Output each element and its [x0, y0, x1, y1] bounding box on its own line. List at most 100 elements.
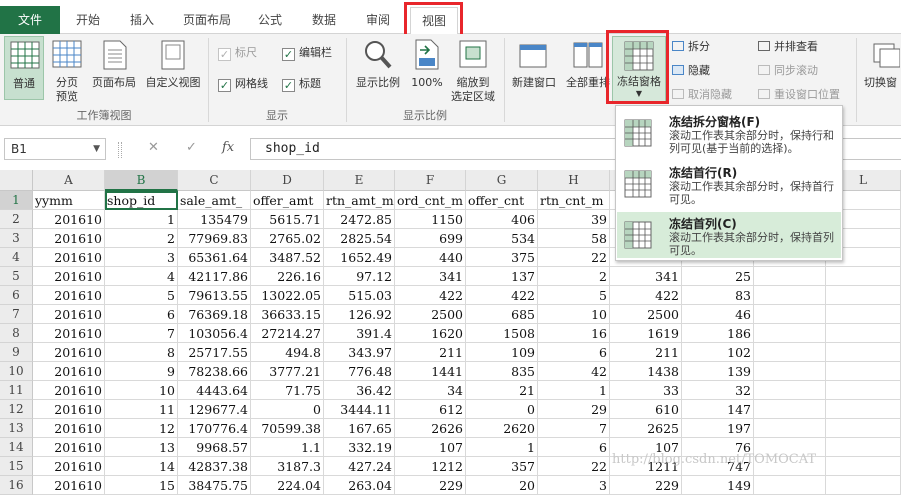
- row-header[interactable]: 14: [0, 438, 33, 457]
- cell[interactable]: 1: [538, 381, 610, 400]
- cell[interactable]: 79613.55: [178, 286, 251, 305]
- cell[interactable]: 20: [466, 476, 538, 495]
- cell[interactable]: 1441: [395, 362, 466, 381]
- cell[interactable]: 137: [466, 267, 538, 286]
- cell[interactable]: 201610: [33, 229, 105, 248]
- cell[interactable]: [826, 381, 901, 400]
- cell[interactable]: [754, 286, 826, 305]
- cell[interactable]: [754, 362, 826, 381]
- cell[interactable]: 2500: [610, 305, 682, 324]
- chevron-down-icon[interactable]: ▼: [93, 139, 100, 159]
- cell[interactable]: 197: [682, 419, 754, 438]
- enter-icon[interactable]: ✓: [186, 140, 197, 155]
- cell[interactable]: sale_amt_: [178, 191, 251, 210]
- side-by-side-button[interactable]: 并排查看: [758, 38, 818, 56]
- cell[interactable]: 4443.64: [178, 381, 251, 400]
- unhide-button[interactable]: 取消隐藏: [672, 86, 732, 104]
- tab-review[interactable]: 审阅: [358, 8, 398, 32]
- cell[interactable]: 5: [105, 286, 178, 305]
- row-header[interactable]: 2: [0, 210, 33, 229]
- cell[interactable]: 39: [538, 210, 610, 229]
- cell[interactable]: [754, 419, 826, 438]
- cell[interactable]: offer_amt: [251, 191, 324, 210]
- cell[interactable]: [826, 362, 901, 381]
- cell[interactable]: 34: [395, 381, 466, 400]
- cell[interactable]: 226.16: [251, 267, 324, 286]
- column-header[interactable]: A: [33, 170, 105, 191]
- cell[interactable]: 263.04: [324, 476, 395, 495]
- cell[interactable]: 201610: [33, 438, 105, 457]
- cell[interactable]: 1.1: [251, 438, 324, 457]
- cell[interactable]: 343.97: [324, 343, 395, 362]
- cell[interactable]: 229: [610, 476, 682, 495]
- cell[interactable]: 186: [682, 324, 754, 343]
- cell[interactable]: [826, 476, 901, 495]
- cell[interactable]: 201610: [33, 324, 105, 343]
- cell[interactable]: 21: [466, 381, 538, 400]
- row-header[interactable]: 16: [0, 476, 33, 495]
- cell[interactable]: [754, 267, 826, 286]
- cell[interactable]: 129677.4: [178, 400, 251, 419]
- cell[interactable]: 29: [538, 400, 610, 419]
- cell[interactable]: 8: [105, 343, 178, 362]
- headings-checkbox[interactable]: ✓ 标题: [282, 75, 321, 93]
- split-button[interactable]: 拆分: [672, 38, 710, 56]
- cell[interactable]: 9968.57: [178, 438, 251, 457]
- cell[interactable]: 2: [105, 229, 178, 248]
- ruler-checkbox[interactable]: ✓ 标尺: [218, 44, 257, 62]
- cell[interactable]: 167.65: [324, 419, 395, 438]
- arrange-all-button[interactable]: 全部重排: [562, 36, 614, 102]
- cell[interactable]: 42117.86: [178, 267, 251, 286]
- cell[interactable]: [754, 400, 826, 419]
- row-header[interactable]: 5: [0, 267, 33, 286]
- column-header[interactable]: D: [251, 170, 324, 191]
- cell[interactable]: 76369.18: [178, 305, 251, 324]
- cell[interactable]: 201610: [33, 305, 105, 324]
- cell[interactable]: [826, 286, 901, 305]
- row-header[interactable]: 12: [0, 400, 33, 419]
- cell[interactable]: 201610: [33, 400, 105, 419]
- cell[interactable]: 2626: [395, 419, 466, 438]
- tab-formulas[interactable]: 公式: [250, 8, 290, 32]
- cell[interactable]: 16: [538, 324, 610, 343]
- cell[interactable]: 494.8: [251, 343, 324, 362]
- cell[interactable]: 3: [538, 476, 610, 495]
- cell[interactable]: 0: [466, 400, 538, 419]
- select-all-corner[interactable]: [0, 170, 33, 191]
- cell[interactable]: 1438: [610, 362, 682, 381]
- cell[interactable]: 126.92: [324, 305, 395, 324]
- cell[interactable]: [826, 438, 901, 457]
- cell[interactable]: 422: [466, 286, 538, 305]
- cell[interactable]: 201610: [33, 286, 105, 305]
- cell[interactable]: 5: [538, 286, 610, 305]
- cell[interactable]: 201610: [33, 419, 105, 438]
- cell[interactable]: 135479: [178, 210, 251, 229]
- column-header[interactable]: G: [466, 170, 538, 191]
- cell[interactable]: 22: [538, 248, 610, 267]
- gridlines-checkbox[interactable]: ✓ 网格线: [218, 75, 268, 93]
- page-break-view-button[interactable]: 分页 预览: [48, 36, 86, 103]
- tab-data[interactable]: 数据: [304, 8, 344, 32]
- cell[interactable]: 1: [105, 210, 178, 229]
- cell[interactable]: 211: [395, 343, 466, 362]
- cell[interactable]: 107: [395, 438, 466, 457]
- cell[interactable]: 58: [538, 229, 610, 248]
- row-header[interactable]: 7: [0, 305, 33, 324]
- cell[interactable]: 12: [105, 419, 178, 438]
- switch-windows-button[interactable]: 切换窗: [862, 36, 901, 102]
- cell[interactable]: 341: [610, 267, 682, 286]
- cell[interactable]: [826, 324, 901, 343]
- cell[interactable]: 1652.49: [324, 248, 395, 267]
- cancel-icon[interactable]: ✕: [148, 140, 159, 155]
- formula-bar-checkbox[interactable]: ✓ 编辑栏: [282, 44, 332, 62]
- cell[interactable]: 699: [395, 229, 466, 248]
- cell[interactable]: 610: [610, 400, 682, 419]
- cell[interactable]: 2625: [610, 419, 682, 438]
- cell[interactable]: 201610: [33, 362, 105, 381]
- row-header[interactable]: 9: [0, 343, 33, 362]
- cell[interactable]: 14: [105, 457, 178, 476]
- cell[interactable]: [826, 267, 901, 286]
- cell[interactable]: [754, 381, 826, 400]
- column-header[interactable]: E: [324, 170, 395, 191]
- tab-home[interactable]: 开始: [66, 8, 110, 32]
